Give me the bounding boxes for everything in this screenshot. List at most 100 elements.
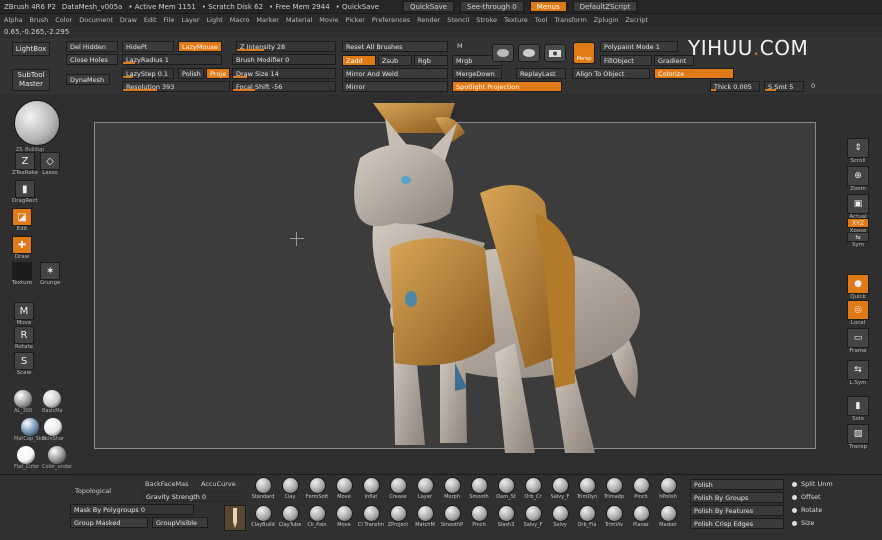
polish-by-groups-slider[interactable]: Polish By Groups	[690, 492, 784, 503]
menu-item-zscript[interactable]: Zscript	[625, 16, 648, 24]
tool-draw[interactable]: ✚ Draw	[12, 236, 32, 260]
menu-item-stencil[interactable]: Stencil	[447, 16, 469, 24]
tool-rotate[interactable]: R Rotate	[14, 326, 34, 350]
brush-trimadp[interactable]: Trimadp	[601, 477, 627, 500]
tool-dragrect[interactable]: ▮ DragRect	[12, 180, 38, 204]
draw-size-slider[interactable]: Draw Size 14	[232, 68, 336, 79]
brush-claybuild[interactable]: ClayBuild	[250, 505, 276, 528]
brush-salvy-f[interactable]: Salvy_F	[520, 505, 546, 528]
menu-item-document[interactable]: Document	[79, 16, 113, 24]
brush-trimviv[interactable]: TrimViv	[601, 505, 627, 528]
brush-slash3[interactable]: Slash3	[493, 505, 519, 528]
rotate-option[interactable]: Rotate	[792, 506, 822, 514]
gravity-strength-slider[interactable]: Gravity Strength 0	[142, 491, 246, 502]
brush-orb-cr[interactable]: Orb_Cr	[520, 477, 546, 500]
align-to-object-button[interactable]: Align To Object	[572, 68, 650, 79]
right-tool-local[interactable]: ◎ Local	[844, 300, 872, 326]
brush-smooth[interactable]: Smooth	[466, 477, 492, 500]
right-tool-zoom[interactable]: ⊕ Zoom	[844, 166, 872, 192]
accucurve-toggle[interactable]: AccuCurve	[198, 479, 242, 490]
brush-pinch[interactable]: Pinch	[466, 505, 492, 528]
brush-inflat[interactable]: Inflat	[358, 477, 384, 500]
right-tool-scroll[interactable]: ⇕ Scroll	[844, 138, 872, 164]
brush-claytube[interactable]: ClayTube	[277, 505, 303, 528]
menu-item-zplugin[interactable]: Zplugin	[594, 16, 619, 24]
reset-all-brushes-button[interactable]: Reset All Brushes	[342, 41, 448, 52]
s-smt-slider[interactable]: S Smt 5	[764, 81, 804, 92]
tool-move[interactable]: M Move	[14, 302, 34, 326]
group-visible-button[interactable]: GroupVisible	[152, 517, 208, 528]
right-tool-frame[interactable]: ▭ Frame	[844, 328, 872, 354]
brush-pinch[interactable]: Pinch	[628, 477, 654, 500]
material-al-300[interactable]: AL_300	[14, 390, 32, 414]
brush-trimdyn[interactable]: TrimDyn	[574, 477, 600, 500]
polypaint-mode-button[interactable]: Polypaint Mode 1	[600, 41, 678, 52]
projection-toggle[interactable]: Proje	[206, 68, 230, 79]
size-option[interactable]: Size	[792, 519, 814, 527]
material-flat-color[interactable]: Flat_Color	[14, 446, 39, 470]
menu-item-draw[interactable]: Draw	[120, 16, 137, 24]
default-script-button[interactable]: DefaultZScript	[572, 1, 638, 12]
right-tool-actual[interactable]: ▣ Actual	[844, 194, 872, 220]
subtool-master-button[interactable]: SubTool Master	[12, 69, 50, 91]
right-tool-l-sym[interactable]: ⇆ L.Sym	[844, 360, 872, 386]
current-stroke-icon[interactable]	[224, 505, 246, 531]
menu-item-color[interactable]: Color	[55, 16, 72, 24]
mirror-and-weld-button[interactable]: Mirror And Weld	[342, 68, 448, 79]
brush-clay[interactable]: Clay	[277, 477, 303, 500]
menu-item-alpha[interactable]: Alpha	[4, 16, 22, 24]
material-color-under[interactable]: Color_under	[42, 446, 72, 470]
del-hidden-button[interactable]: Del Hidden	[66, 41, 118, 52]
brush-layer[interactable]: Layer	[412, 477, 438, 500]
menu-item-texture[interactable]: Texture	[504, 16, 528, 24]
brush-salvy-f[interactable]: Salvy_F	[547, 477, 573, 500]
brush-move[interactable]: Move	[331, 505, 357, 528]
fillobject-button[interactable]: FillObject	[600, 55, 652, 66]
hidept-button[interactable]: HidePt	[122, 41, 174, 52]
right-tool-transp[interactable]: ▧ Transp	[844, 424, 872, 450]
current-brush-icon[interactable]	[14, 100, 60, 146]
rgb-button[interactable]: Rgb	[414, 55, 448, 66]
right-tool-quick[interactable]: ● Quick	[844, 274, 872, 300]
menu-item-layer[interactable]: Layer	[181, 16, 199, 24]
scroll-icon[interactable]	[492, 44, 514, 62]
brush-cl-transfm[interactable]: Cl Transfm	[358, 505, 384, 528]
brush-dam-st[interactable]: Dam_St	[493, 477, 519, 500]
menu-item-macro[interactable]: Macro	[230, 16, 250, 24]
see-through-slider[interactable]: See-through 0	[460, 1, 524, 12]
menu-item-preferences[interactable]: Preferences	[372, 16, 410, 24]
brush-morph[interactable]: Morph	[439, 477, 465, 500]
brush-zproject[interactable]: ZProject	[385, 505, 411, 528]
brush-move[interactable]: Move	[331, 477, 357, 500]
brush-hpolish[interactable]: hPolish	[655, 477, 681, 500]
split-unmasked-option[interactable]: Split Unm	[792, 480, 833, 488]
mergedown-button[interactable]: MergeDown	[452, 68, 502, 79]
thick-slider[interactable]: Thick 0.005	[710, 81, 760, 92]
brush-smoothp[interactable]: SmoothP	[439, 505, 465, 528]
menu-item-brush[interactable]: Brush	[29, 16, 48, 24]
snapshot-icon[interactable]	[544, 44, 566, 62]
brush-cli-pain[interactable]: Cli_Pain	[304, 505, 330, 528]
polish-slider[interactable]: Polish	[690, 479, 784, 490]
polish-crisp-edges-slider[interactable]: Polish Crisp Edges	[690, 518, 784, 529]
right-tool-sym[interactable]: ⇆ Sym	[844, 232, 872, 248]
replaylast-button[interactable]: ReplayLast	[516, 68, 566, 79]
brush-salvy[interactable]: Salvy	[547, 505, 573, 528]
group-masked-button[interactable]: Group Masked	[70, 517, 148, 528]
close-holes-button[interactable]: Close Holes	[66, 54, 118, 65]
lazystep-slider[interactable]: LazyStep 0.1	[122, 68, 174, 79]
z-intensity-slider[interactable]: Z Intensity 28	[236, 41, 336, 52]
rotate-icon[interactable]	[518, 44, 540, 62]
backface-mask-toggle[interactable]: BackFaceMas	[142, 479, 198, 490]
menu-item-picker[interactable]: Picker	[346, 16, 365, 24]
mirror-button[interactable]: Mirror	[342, 81, 448, 92]
lightbox-button[interactable]: LightBox	[12, 42, 50, 56]
persp-button[interactable]: Persp	[573, 42, 595, 64]
menu-item-light[interactable]: Light	[207, 16, 223, 24]
menu-item-edit[interactable]: Edit	[144, 16, 157, 24]
dog-sculpt-model[interactable]	[95, 103, 817, 453]
tool-edit[interactable]: ◪ Edit	[12, 208, 32, 232]
menu-item-render[interactable]: Render	[417, 16, 440, 24]
tool-texture[interactable]: Texture	[12, 262, 32, 286]
material-skinshar[interactable]: SkinShar	[42, 418, 64, 442]
